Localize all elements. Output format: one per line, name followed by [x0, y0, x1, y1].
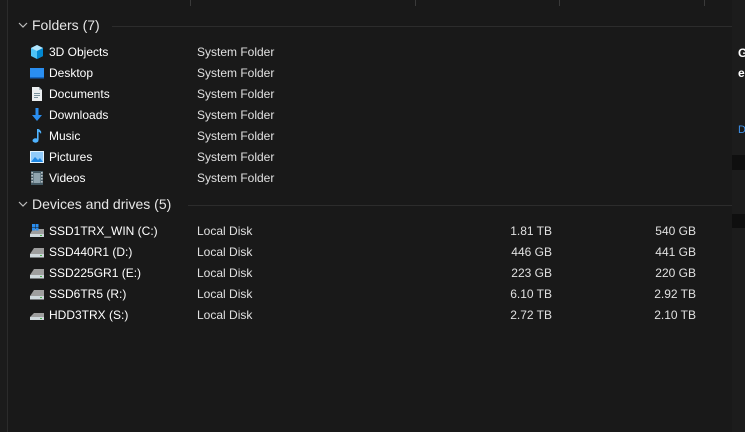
free-space: 2.92 TB: [654, 287, 696, 301]
free-space: 220 GB: [655, 266, 696, 280]
folder-row-videos[interactable]: Videos System Folder: [8, 167, 732, 188]
total-size: 1.81 TB: [510, 224, 552, 238]
free-space: 2.10 TB: [654, 308, 696, 322]
group-title-devices: Devices and drives (5): [32, 196, 172, 212]
drive-icon: [30, 248, 44, 258]
item-type: Local Disk: [197, 308, 253, 322]
item-name: SSD1TRX_WIN (C:): [49, 224, 158, 238]
item-type: Local Disk: [197, 245, 253, 259]
drive-row-e[interactable]: SSD225GR1 (E:) Local Disk 223 GB 220 GB: [8, 262, 732, 283]
item-type: System Folder: [197, 45, 275, 59]
folder-row-desktop[interactable]: Desktop System Folder: [8, 62, 732, 83]
videos-icon: [31, 171, 43, 185]
item-name: HDD3TRX (S:): [49, 308, 129, 322]
column-separator-type[interactable]: [190, 0, 191, 6]
details-pane-band: [732, 155, 745, 170]
total-size: 446 GB: [511, 245, 552, 259]
total-size: 6.10 TB: [510, 287, 552, 301]
windows-drive-icon: [30, 224, 44, 237]
group-header-folders[interactable]: Folders (7): [8, 15, 732, 37]
details-pane-band: [732, 214, 745, 228]
item-name: SSD225GR1 (E:): [49, 266, 142, 280]
left-pane-edge: [0, 0, 8, 432]
item-name: SSD6TR5 (R:): [49, 287, 127, 301]
item-name: Documents: [49, 87, 110, 101]
details-pane-text-fragment: G: [738, 46, 745, 60]
drive-row-s[interactable]: HDD3TRX (S:) Local Disk 2.72 TB 2.10 TB: [8, 304, 732, 325]
free-space: 441 GB: [655, 245, 696, 259]
downloads-icon: [32, 108, 42, 121]
drive-row-d[interactable]: SSD440R1 (D:) Local Disk 446 GB 441 GB: [8, 241, 732, 262]
documents-icon: [32, 87, 42, 101]
item-name: Downloads: [49, 108, 109, 122]
item-name: Desktop: [49, 66, 94, 80]
drive-row-r[interactable]: SSD6TR5 (R:) Local Disk 6.10 TB 2.92 TB: [8, 283, 732, 304]
total-size: 223 GB: [511, 266, 552, 280]
music-icon: [32, 129, 42, 143]
details-pane-edge: G e D: [732, 0, 745, 432]
item-type: System Folder: [197, 171, 275, 185]
details-pane-link-fragment[interactable]: D: [738, 124, 745, 136]
item-name: Videos: [49, 171, 86, 185]
group-divider: [188, 205, 732, 206]
item-name: Music: [49, 129, 81, 143]
file-list: Folders (7) 3D Objects System Folder Des…: [8, 0, 732, 432]
drive-icon: [30, 290, 44, 300]
column-separator-total[interactable]: [415, 0, 416, 6]
drive-icon: [30, 269, 44, 279]
3d-objects-icon: [31, 45, 43, 59]
item-type: Local Disk: [197, 287, 253, 301]
total-size: 2.72 TB: [510, 308, 552, 322]
item-name: Pictures: [49, 150, 93, 164]
column-header-row: [8, 0, 732, 7]
item-name: SSD440R1 (D:): [49, 245, 133, 259]
desktop-icon: [30, 68, 44, 79]
folder-row-downloads[interactable]: Downloads System Folder: [8, 104, 732, 125]
item-type: Local Disk: [197, 224, 253, 238]
column-separator-free[interactable]: [559, 0, 560, 6]
free-space: 540 GB: [655, 224, 696, 238]
item-type: System Folder: [197, 66, 275, 80]
folder-row-pictures[interactable]: Pictures System Folder: [8, 146, 732, 167]
item-type: System Folder: [197, 108, 275, 122]
drive-icon: [30, 313, 44, 320]
group-header-devices[interactable]: Devices and drives (5): [8, 194, 732, 216]
details-pane-text-fragment: e: [738, 66, 745, 80]
drive-row-c[interactable]: SSD1TRX_WIN (C:) Local Disk 1.81 TB 540 …: [8, 220, 732, 241]
pictures-icon: [30, 151, 44, 163]
group-title-folders: Folders (7): [32, 17, 100, 33]
folder-row-music[interactable]: Music System Folder: [8, 125, 732, 146]
item-name: 3D Objects: [49, 45, 109, 59]
chevron-down-icon[interactable]: [17, 19, 29, 31]
item-type: System Folder: [197, 150, 275, 164]
item-type: System Folder: [197, 87, 275, 101]
group-divider: [112, 26, 732, 27]
column-separator-end[interactable]: [704, 0, 705, 6]
folder-row-3d-objects[interactable]: 3D Objects System Folder: [8, 41, 732, 62]
item-type: Local Disk: [197, 266, 253, 280]
folder-row-documents[interactable]: Documents System Folder: [8, 83, 732, 104]
chevron-down-icon[interactable]: [17, 198, 29, 210]
item-type: System Folder: [197, 129, 275, 143]
